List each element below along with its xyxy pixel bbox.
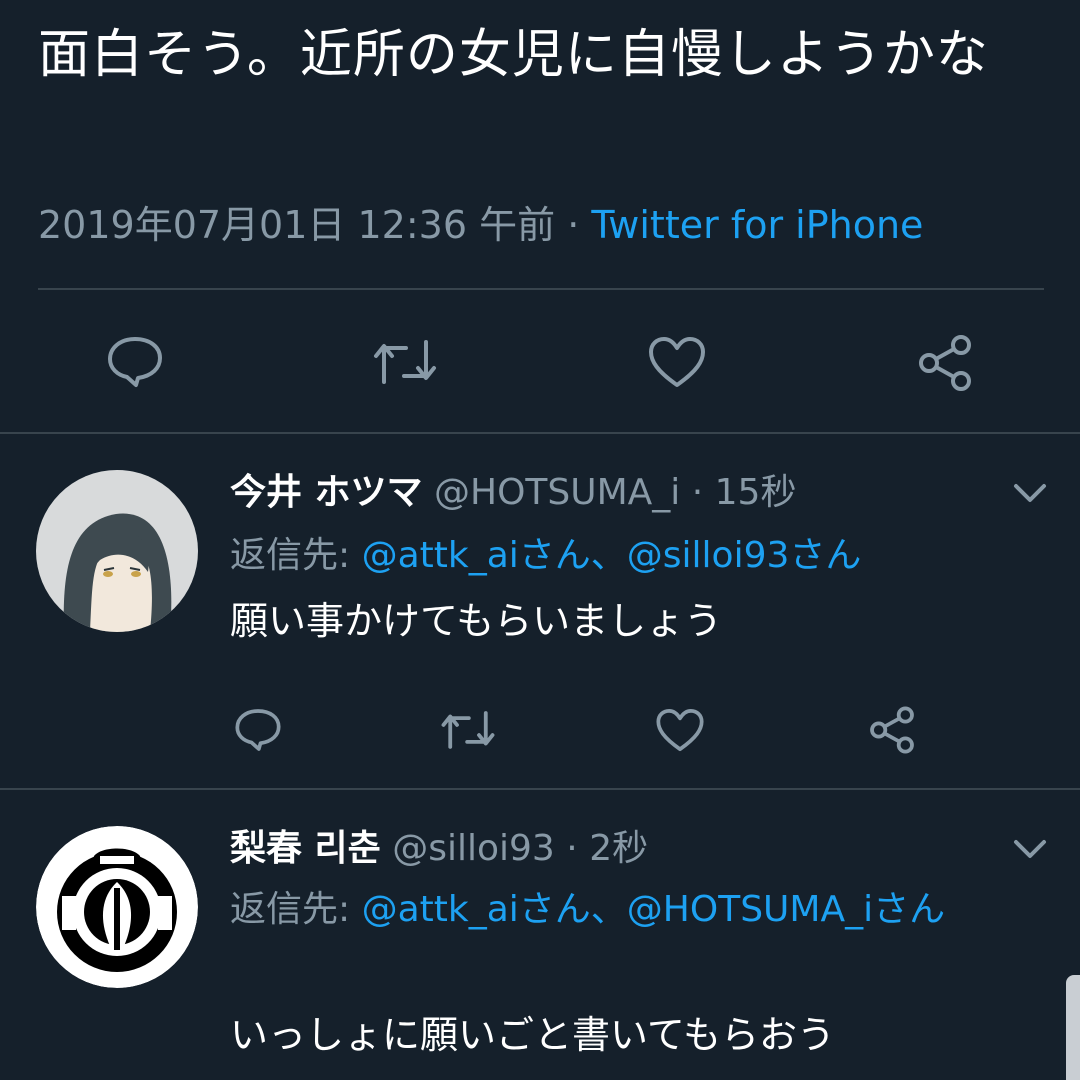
tweet-time[interactable]: 15秒 xyxy=(715,472,797,513)
meta-separator: · xyxy=(567,203,580,247)
reply-icon xyxy=(106,335,164,389)
share-icon xyxy=(867,705,917,755)
like-icon xyxy=(647,335,707,389)
tweet-meta: 2019年07月01日 12:36 午前 · Twitter for iPhon… xyxy=(38,198,923,252)
tweet-text: 面白そう。近所の女児に自慢しようかな xyxy=(38,25,989,85)
reply-to-label: 返信先: xyxy=(230,889,351,930)
reply-to-label: 返信先: xyxy=(230,535,351,576)
reply-to-line: 返信先: @attk_aiさん、@HOTSUMA_iさん xyxy=(230,880,1020,940)
like-button[interactable] xyxy=(650,702,710,758)
retweet-icon xyxy=(372,336,438,388)
user-handle[interactable]: @HOTSUMA_i xyxy=(434,472,680,513)
like-button[interactable] xyxy=(642,332,712,392)
divider xyxy=(0,788,1080,790)
chevron-down-icon[interactable] xyxy=(1010,834,1050,868)
retweet-icon xyxy=(440,708,496,752)
display-name[interactable]: 梨春 리춘 xyxy=(230,828,381,869)
scrollbar[interactable] xyxy=(1066,975,1080,1080)
avatar[interactable] xyxy=(36,470,198,632)
reply-to-mentions[interactable]: @attk_aiさん、@HOTSUMA_iさん xyxy=(362,889,946,930)
meta-separator: · xyxy=(566,828,578,869)
tweet-time[interactable]: 2秒 xyxy=(589,828,648,869)
tweet-source-link[interactable]: Twitter for iPhone xyxy=(591,203,923,247)
reply-to-mentions[interactable]: @attk_aiさん、@silloi93さん xyxy=(362,535,862,576)
tweet-author-line: 梨春 리춘 @silloi93 · 2秒 xyxy=(230,824,648,874)
display-name[interactable]: 今井 ホツマ xyxy=(230,472,423,513)
retweet-button[interactable] xyxy=(370,332,440,392)
reply-to-line: 返信先: @attk_aiさん、@silloi93さん xyxy=(230,526,861,586)
divider xyxy=(38,288,1044,290)
share-button[interactable] xyxy=(862,700,922,760)
chevron-down-icon[interactable] xyxy=(1010,478,1050,512)
meta-separator: · xyxy=(691,472,704,513)
divider xyxy=(0,432,1080,434)
avatar[interactable] xyxy=(36,826,198,988)
share-button[interactable] xyxy=(912,330,978,396)
reply-icon xyxy=(234,707,282,753)
tweet-author-line: 今井 ホツマ @HOTSUMA_i · 15秒 xyxy=(230,468,796,518)
share-icon xyxy=(915,333,975,393)
tweet-timestamp: 2019年07月01日 12:36 午前 xyxy=(38,203,556,247)
reply-text: 願い事かけてもらいましょう xyxy=(230,599,723,643)
reply-button[interactable] xyxy=(100,332,170,392)
user-handle[interactable]: @silloi93 xyxy=(392,828,555,869)
reply-text: いっしょに願いごと書いてもらおう xyxy=(230,1013,835,1057)
reply-button[interactable] xyxy=(228,702,288,758)
retweet-button[interactable] xyxy=(438,702,498,758)
like-icon xyxy=(655,707,705,753)
